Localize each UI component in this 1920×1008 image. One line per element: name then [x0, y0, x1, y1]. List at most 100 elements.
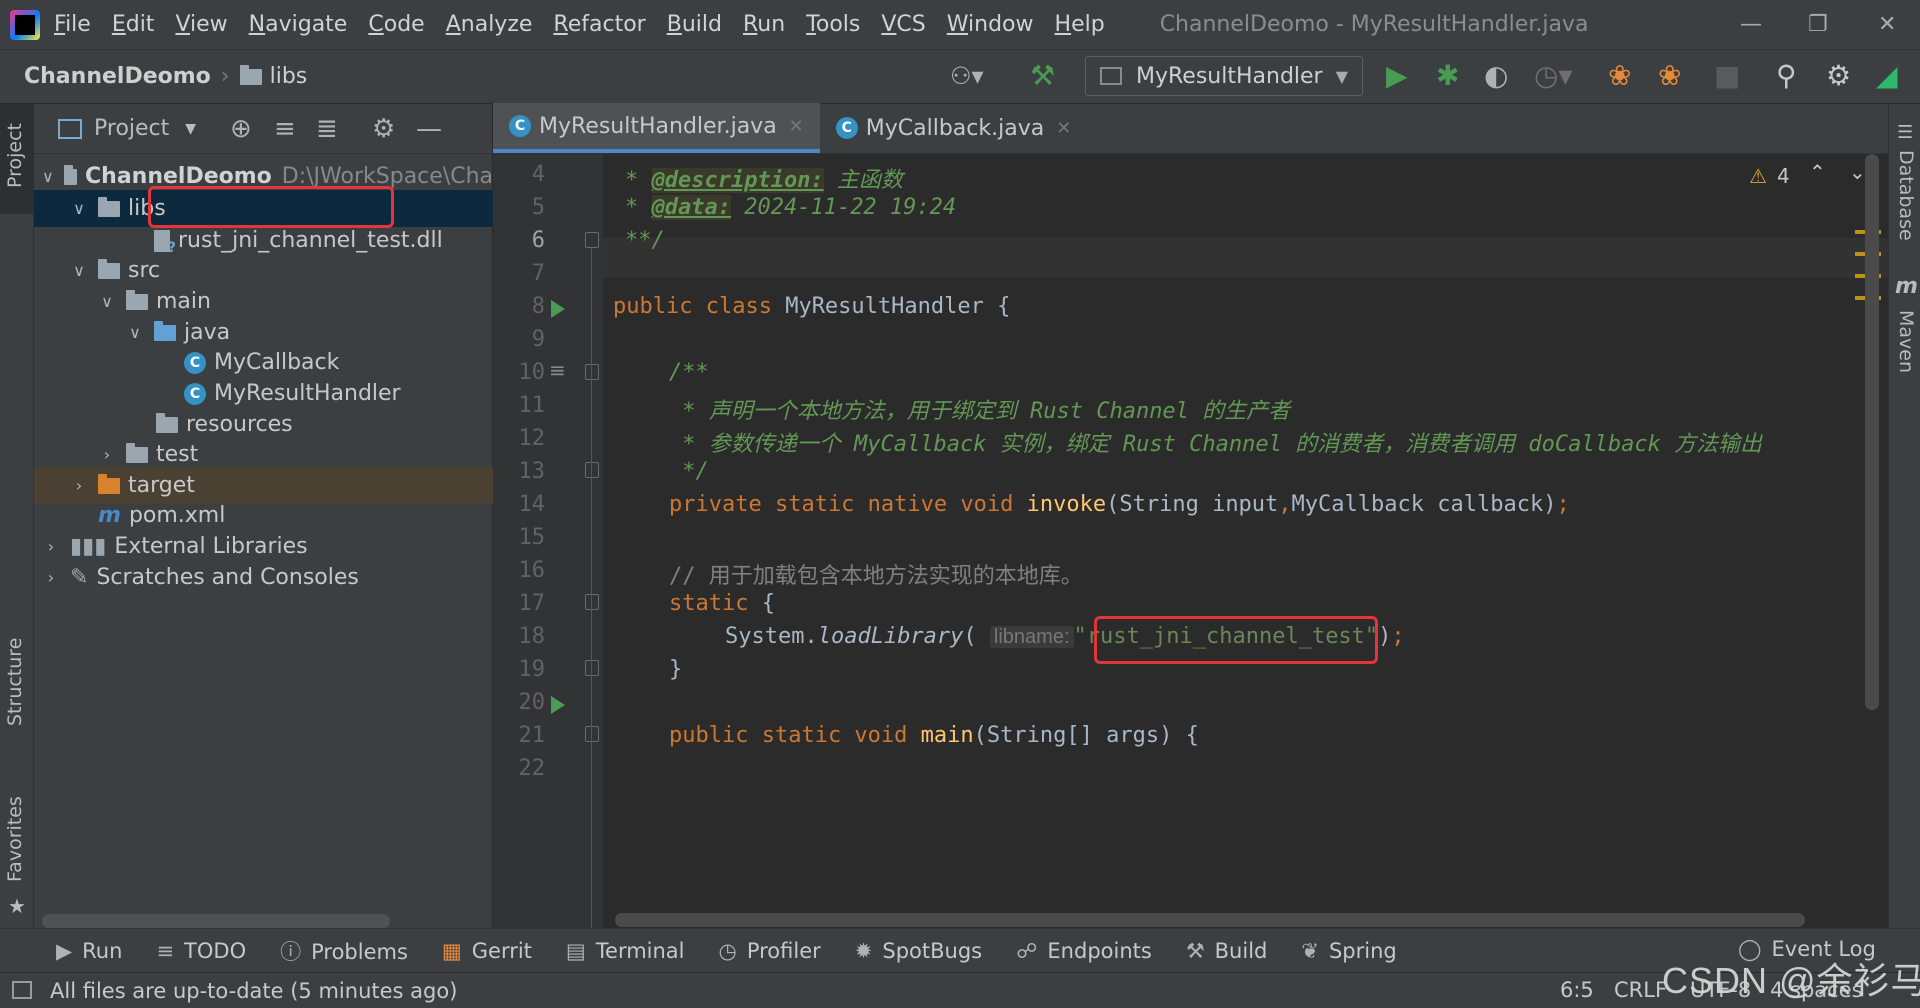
tool-tab-spring[interactable]: ❦ Spring: [1301, 939, 1396, 963]
side-tab-project[interactable]: Project: [4, 123, 26, 188]
code-line-12[interactable]: * 参数传递一个 MyCallback 实例，绑定 Rust Channel 的…: [669, 426, 1762, 458]
warning-icon[interactable]: ⚠: [1749, 164, 1767, 188]
run-configuration-select[interactable]: MyResultHandler ▼: [1085, 56, 1363, 96]
plugin-icon[interactable]: ◢: [1876, 60, 1898, 92]
hammer-icon[interactable]: ⚒: [1030, 60, 1055, 92]
toggle-tool-windows-icon[interactable]: [12, 981, 32, 999]
code-line-4[interactable]: * @description: 主函数: [625, 162, 903, 194]
breadcrumb-project[interactable]: ChannelDeomo: [24, 64, 211, 89]
line-separator[interactable]: CRLF: [1614, 978, 1667, 1002]
menu-tools[interactable]: Tools: [806, 12, 860, 37]
code-line-10[interactable]: /**: [669, 360, 709, 385]
chevron-down-icon[interactable]: ⌄: [1849, 160, 1866, 184]
chevron-down-icon: ∨: [73, 199, 85, 218]
warning-count: 4: [1777, 164, 1790, 188]
tool-tab-problems[interactable]: ⓘ Problems: [280, 936, 408, 966]
tool-tab-profiler[interactable]: ◷ Profiler: [719, 939, 821, 963]
fold-icon[interactable]: [585, 364, 599, 380]
expand-all-icon[interactable]: ≡: [274, 114, 296, 144]
fold-icon[interactable]: [585, 594, 599, 610]
debug-rust-icon[interactable]: ❀: [1658, 60, 1681, 92]
chevron-down-icon[interactable]: ▼: [185, 121, 196, 137]
minimize-icon[interactable]: —: [1740, 12, 1762, 37]
debug-icon[interactable]: ✱: [1436, 60, 1459, 92]
folder-icon: [98, 196, 120, 217]
fold-icon[interactable]: [585, 462, 599, 478]
panel-settings-icon[interactable]: ⚙: [372, 114, 395, 144]
tool-tab-build[interactable]: ⚒ Build: [1186, 939, 1268, 963]
menu-run[interactable]: Run: [743, 12, 785, 37]
menu-refactor[interactable]: Refactor: [553, 12, 645, 37]
fold-icon[interactable]: [585, 660, 599, 676]
caret-position[interactable]: 6:5: [1560, 978, 1594, 1002]
line-number: 10: [518, 360, 546, 385]
tab-myresulthandler[interactable]: C MyResultHandler.java ✕: [493, 103, 820, 153]
user-icon[interactable]: ⚇▾: [950, 60, 984, 92]
tool-tab-todo[interactable]: ≡ TODO: [156, 939, 246, 963]
run-icon[interactable]: ▶: [1386, 60, 1408, 92]
code-line-19[interactable]: }: [669, 657, 682, 682]
code-line-17[interactable]: static {: [669, 591, 775, 616]
menu-navigate[interactable]: Navigate: [249, 12, 348, 37]
chevron-up-icon[interactable]: ⌃: [1809, 160, 1826, 184]
code-line-5[interactable]: * @data: 2024-11-22 19:24: [625, 195, 956, 220]
code-line-13[interactable]: */: [669, 459, 709, 484]
tool-tab-run[interactable]: ▶ Run: [56, 939, 122, 963]
code-line-11[interactable]: * 声明一个本地方法，用于绑定到 Rust Channel 的生产者: [669, 393, 1290, 425]
tab-label: MyCallback.java: [865, 115, 1045, 141]
code-line-6[interactable]: **/: [625, 228, 665, 253]
menu-analyze[interactable]: Analyze: [446, 12, 533, 37]
status-bar: All files are up-to-date (5 minutes ago)…: [0, 972, 1920, 1008]
tool-tab-terminal[interactable]: ▤ Terminal: [566, 939, 685, 963]
menu-code[interactable]: Code: [368, 12, 424, 37]
restore-icon[interactable]: ❐: [1808, 12, 1828, 37]
menu-view[interactable]: View: [175, 12, 227, 37]
coverage-icon[interactable]: ◐: [1484, 60, 1508, 92]
side-tab-structure[interactable]: Structure: [4, 638, 26, 726]
run-gutter-icon[interactable]: [551, 696, 565, 714]
menu-build[interactable]: Build: [667, 12, 722, 37]
project-horizontal-scrollbar[interactable]: [42, 914, 390, 928]
tool-tab-endpoints[interactable]: ☍ Endpoints: [1016, 939, 1152, 963]
side-tab-maven[interactable]: Maven: [1895, 310, 1917, 373]
menu-window[interactable]: Window: [947, 12, 1034, 37]
menu-help[interactable]: Help: [1055, 12, 1105, 37]
settings-gear-icon[interactable]: ⚙: [1826, 60, 1851, 92]
close-tab-icon[interactable]: ✕: [1056, 118, 1071, 139]
project-view-label[interactable]: Project: [94, 116, 169, 141]
close-window-icon[interactable]: ✕: [1878, 12, 1896, 37]
code-line-21[interactable]: public static void main(String[] args) {: [669, 723, 1199, 748]
tool-tab-spotbugs[interactable]: ✹ SpotBugs: [855, 939, 982, 963]
editor-horizontal-scrollbar[interactable]: [615, 913, 1805, 927]
line-number: 16: [518, 558, 546, 583]
hide-panel-icon[interactable]: —: [416, 114, 442, 144]
fold-icon[interactable]: [585, 726, 599, 742]
menu-file[interactable]: File: [54, 12, 91, 37]
build-rust-icon[interactable]: ❀: [1608, 60, 1631, 92]
menu-edit[interactable]: Edit: [112, 12, 155, 37]
close-tab-icon[interactable]: ✕: [789, 116, 804, 137]
breadcrumb-folder[interactable]: libs: [270, 64, 308, 89]
profiler-icon: ◷: [718, 938, 737, 963]
code-line-16[interactable]: // 用于加载包含本地方法实现的本地库。: [669, 558, 1083, 590]
locate-icon[interactable]: ⊕: [230, 114, 252, 144]
tree-item-scratches[interactable]: › ✎ Scratches and Consoles: [34, 559, 493, 596]
search-icon[interactable]: ⚲: [1776, 60, 1797, 92]
chevron-right-icon: ›: [47, 568, 55, 587]
stop-icon[interactable]: ■: [1714, 60, 1740, 92]
side-tab-favorites[interactable]: Favorites: [4, 796, 26, 882]
fold-icon[interactable]: [585, 232, 599, 248]
run-gutter-icon[interactable]: [551, 300, 565, 318]
side-tab-database[interactable]: Database: [1895, 150, 1917, 241]
code-line-14[interactable]: private static native void invoke(String…: [669, 492, 1570, 517]
menu-vcs[interactable]: VCS: [881, 12, 925, 37]
tab-mycallback[interactable]: C MyCallback.java ✕: [820, 103, 1088, 153]
code-line-8[interactable]: public class MyResultHandler {: [613, 294, 1010, 319]
doc-render-icon[interactable]: ≡: [549, 358, 566, 382]
tool-tab-gerrit[interactable]: ▦ Gerrit: [442, 939, 532, 963]
collapse-all-icon[interactable]: ≣: [316, 114, 338, 144]
tree-label: main: [156, 289, 211, 314]
editor-vertical-scrollbar[interactable]: [1865, 154, 1879, 710]
profile-icon[interactable]: ◷▾: [1534, 60, 1573, 92]
status-message[interactable]: All files are up-to-date (5 minutes ago): [50, 979, 457, 1003]
